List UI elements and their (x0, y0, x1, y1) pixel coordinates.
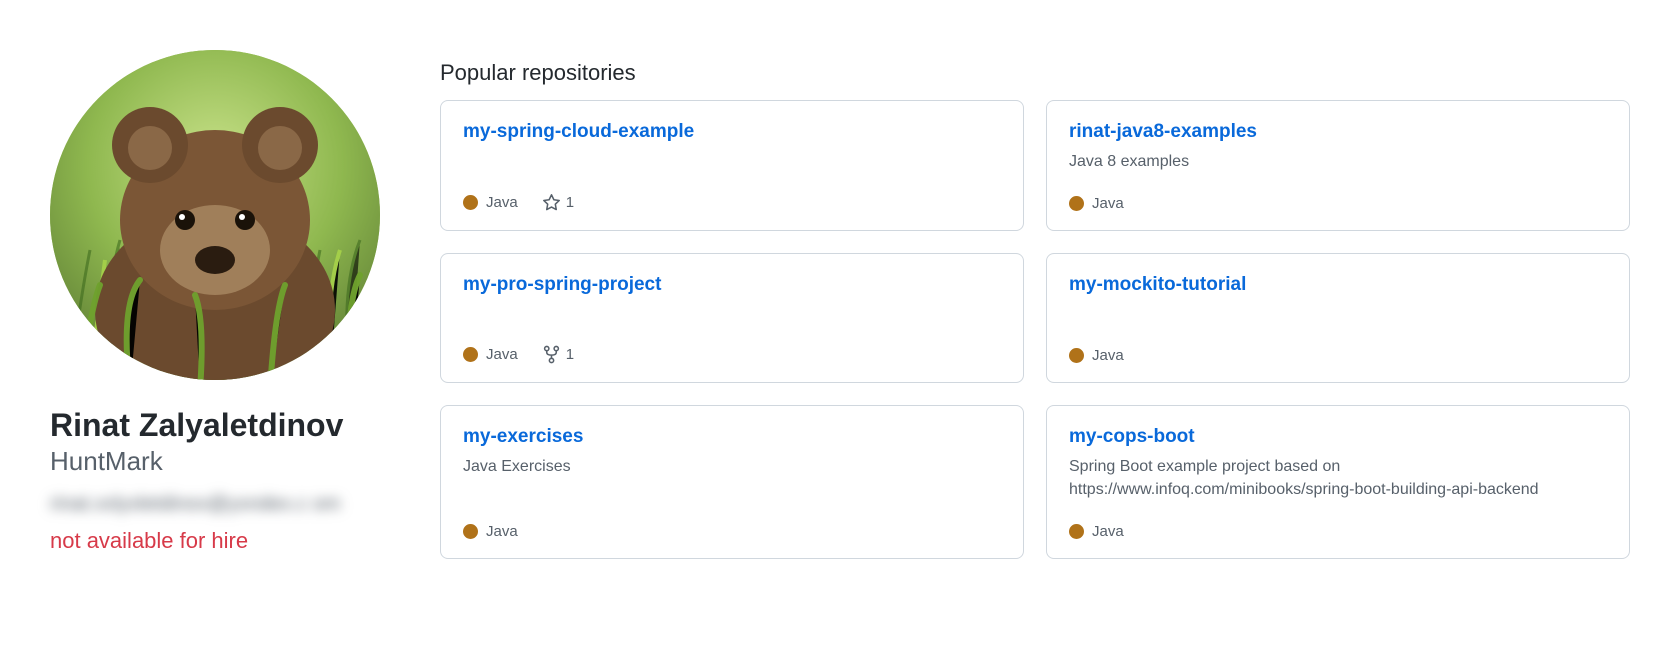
repo-description: Java Exercises (463, 456, 1001, 478)
language-dot-icon (463, 195, 478, 210)
repo-card: my-pro-spring-project Java (440, 253, 1024, 383)
repo-forks-count: 1 (566, 346, 574, 363)
repo-language: Java (463, 346, 518, 363)
repo-grid: my-spring-cloud-example Java 1 rinat-jav… (440, 100, 1630, 559)
profile-username: HuntMark (50, 446, 400, 477)
repo-description: Java 8 examples (1069, 151, 1607, 173)
repo-language: Java (1069, 523, 1124, 540)
repo-language: Java (463, 194, 518, 211)
repo-card: rinat-java8-examples Java 8 examples Jav… (1046, 100, 1630, 231)
repo-forks[interactable]: 1 (542, 345, 574, 364)
section-title: Popular repositories (440, 60, 1630, 86)
repo-card: my-cops-boot Spring Boot example project… (1046, 405, 1630, 559)
repo-stars-count: 1 (566, 194, 574, 211)
language-dot-icon (1069, 196, 1084, 211)
avatar[interactable] (50, 50, 380, 380)
repo-description: Spring Boot example project based on htt… (1069, 456, 1607, 501)
main-content: Popular repositories my-spring-cloud-exa… (440, 30, 1630, 559)
repo-language-label: Java (486, 346, 518, 363)
profile-sidebar: Rinat Zalyaletdinov HuntMark rinat.xxlyx… (50, 30, 400, 559)
repo-name-link[interactable]: my-pro-spring-project (463, 274, 1001, 296)
hire-status: not available for hire (50, 528, 400, 554)
repo-stars[interactable]: 1 (542, 193, 574, 212)
repo-name-link[interactable]: my-mockito-tutorial (1069, 274, 1607, 296)
repo-language: Java (1069, 347, 1124, 364)
star-icon (542, 193, 561, 212)
repo-card: my-exercises Java Exercises Java (440, 405, 1024, 559)
language-dot-icon (463, 524, 478, 539)
language-dot-icon (1069, 524, 1084, 539)
repo-language: Java (1069, 195, 1124, 212)
repo-language: Java (463, 523, 518, 540)
repo-name-link[interactable]: rinat-java8-examples (1069, 121, 1607, 143)
repo-name-link[interactable]: my-exercises (463, 426, 1001, 448)
profile-email-obscured: rinat.xxlyxletdinov@yxndex.c om (50, 491, 400, 518)
repo-language-label: Java (1092, 347, 1124, 364)
repo-language-label: Java (486, 194, 518, 211)
language-dot-icon (1069, 348, 1084, 363)
repo-card: my-mockito-tutorial Java (1046, 253, 1630, 383)
repo-card: my-spring-cloud-example Java 1 (440, 100, 1024, 231)
repo-name-link[interactable]: my-cops-boot (1069, 426, 1607, 448)
repo-language-label: Java (486, 523, 518, 540)
profile-full-name: Rinat Zalyaletdinov (50, 406, 400, 444)
language-dot-icon (463, 347, 478, 362)
fork-icon (542, 345, 561, 364)
repo-language-label: Java (1092, 195, 1124, 212)
repo-name-link[interactable]: my-spring-cloud-example (463, 121, 1001, 143)
repo-language-label: Java (1092, 523, 1124, 540)
